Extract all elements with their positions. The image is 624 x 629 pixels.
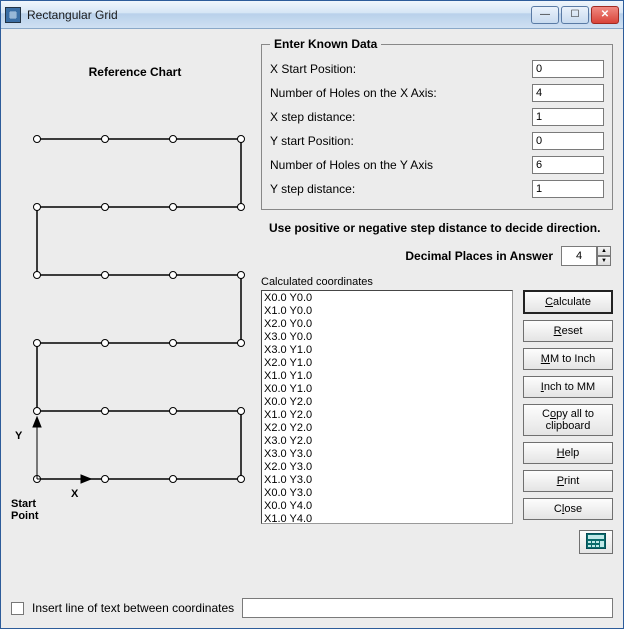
mm-to-inch-button[interactable]: MM to Inch xyxy=(523,348,613,370)
known-data-legend: Enter Known Data xyxy=(270,37,381,51)
coordinate-row[interactable]: X0.0 Y1.0 xyxy=(264,383,510,396)
coordinate-row[interactable]: X2.0 Y0.0 xyxy=(264,318,510,331)
calculate-button[interactable]: Calculate xyxy=(523,290,613,314)
coordinate-row[interactable]: X0.0 Y4.0 xyxy=(264,500,510,513)
insert-line-label: Insert line of text between coordinates xyxy=(32,601,234,615)
holes-x-input[interactable] xyxy=(532,84,604,102)
coordinate-row[interactable]: X1.0 Y1.0 xyxy=(264,370,510,383)
coordinate-row[interactable]: X3.0 Y0.0 xyxy=(264,331,510,344)
coordinate-row[interactable]: X0.0 Y0.0 xyxy=(264,292,510,305)
print-button[interactable]: Print xyxy=(523,470,613,492)
app-icon xyxy=(5,7,21,23)
coordinate-row[interactable]: X1.0 Y0.0 xyxy=(264,305,510,318)
decimal-places-input[interactable] xyxy=(561,246,597,266)
holes-x-label: Number of Holes on the X Axis: xyxy=(270,86,532,100)
coordinate-row[interactable]: X2.0 Y1.0 xyxy=(264,357,510,370)
coordinate-row[interactable]: X1.0 Y2.0 xyxy=(264,409,510,422)
holes-y-input[interactable] xyxy=(532,156,604,174)
decimal-places-spinner[interactable]: ▲ ▼ xyxy=(561,246,611,266)
close-button[interactable]: Close xyxy=(523,498,613,520)
coordinate-row[interactable]: X3.0 Y1.0 xyxy=(264,344,510,357)
coordinate-row[interactable]: X2.0 Y2.0 xyxy=(264,422,510,435)
help-button[interactable]: Help xyxy=(523,442,613,464)
insert-line-input[interactable] xyxy=(242,598,613,618)
maximize-button[interactable]: ☐ xyxy=(561,6,589,24)
content-area: Reference Chart xyxy=(1,29,623,628)
x-step-label: X step distance: xyxy=(270,110,532,124)
inch-to-mm-button[interactable]: Inch to MM xyxy=(523,376,613,398)
coordinates-label: Calculated coordinates xyxy=(261,276,513,288)
close-window-button[interactable]: ✕ xyxy=(591,6,619,24)
coordinates-listbox[interactable]: X0.0 Y0.0X1.0 Y0.0X2.0 Y0.0X3.0 Y0.0X3.0… xyxy=(261,290,513,524)
start-point-label: Start Point xyxy=(11,498,39,522)
coordinate-row[interactable]: X1.0 Y3.0 xyxy=(264,474,510,487)
axis-x-label: X xyxy=(71,488,78,500)
known-data-panel: Enter Known Data X Start Position: Numbe… xyxy=(261,37,613,210)
reference-chart-svg xyxy=(11,89,259,489)
window-title: Rectangular Grid xyxy=(27,8,118,22)
copy-all-button[interactable]: Copy all toclipboard xyxy=(523,404,613,436)
coordinate-row[interactable]: X0.0 Y2.0 xyxy=(264,396,510,409)
app-window: Rectangular Grid ― ☐ ✕ Reference Chart xyxy=(0,0,624,629)
y-step-input[interactable] xyxy=(532,180,604,198)
x-start-input[interactable] xyxy=(532,60,604,78)
axis-y-label: Y xyxy=(15,430,22,442)
coordinate-row[interactable]: X1.0 Y4.0 xyxy=(264,513,510,523)
reset-button[interactable]: Reset xyxy=(523,320,613,342)
holes-y-label: Number of Holes on the Y Axis xyxy=(270,158,532,172)
spinner-up-button[interactable]: ▲ xyxy=(597,246,611,256)
reference-chart-title: Reference Chart xyxy=(11,37,259,89)
coordinate-row[interactable]: X3.0 Y2.0 xyxy=(264,435,510,448)
decimal-places-label: Decimal Places in Answer xyxy=(405,249,553,263)
spinner-down-button[interactable]: ▼ xyxy=(597,256,611,266)
coordinate-row[interactable]: X0.0 Y3.0 xyxy=(264,487,510,500)
x-step-input[interactable] xyxy=(532,108,604,126)
x-start-label: X Start Position: xyxy=(270,62,532,76)
insert-line-checkbox[interactable] xyxy=(11,602,24,615)
direction-hint: Use positive or negative step distance t… xyxy=(261,210,613,240)
coordinate-row[interactable]: X3.0 Y3.0 xyxy=(264,448,510,461)
y-start-label: Y start Position: xyxy=(270,134,532,148)
titlebar: Rectangular Grid ― ☐ ✕ xyxy=(1,1,623,29)
y-start-input[interactable] xyxy=(532,132,604,150)
calculator-icon xyxy=(586,533,606,552)
calculator-icon-button[interactable] xyxy=(579,530,613,554)
coordinate-row[interactable]: X2.0 Y3.0 xyxy=(264,461,510,474)
y-step-label: Y step distance: xyxy=(270,182,532,196)
minimize-button[interactable]: ― xyxy=(531,6,559,24)
